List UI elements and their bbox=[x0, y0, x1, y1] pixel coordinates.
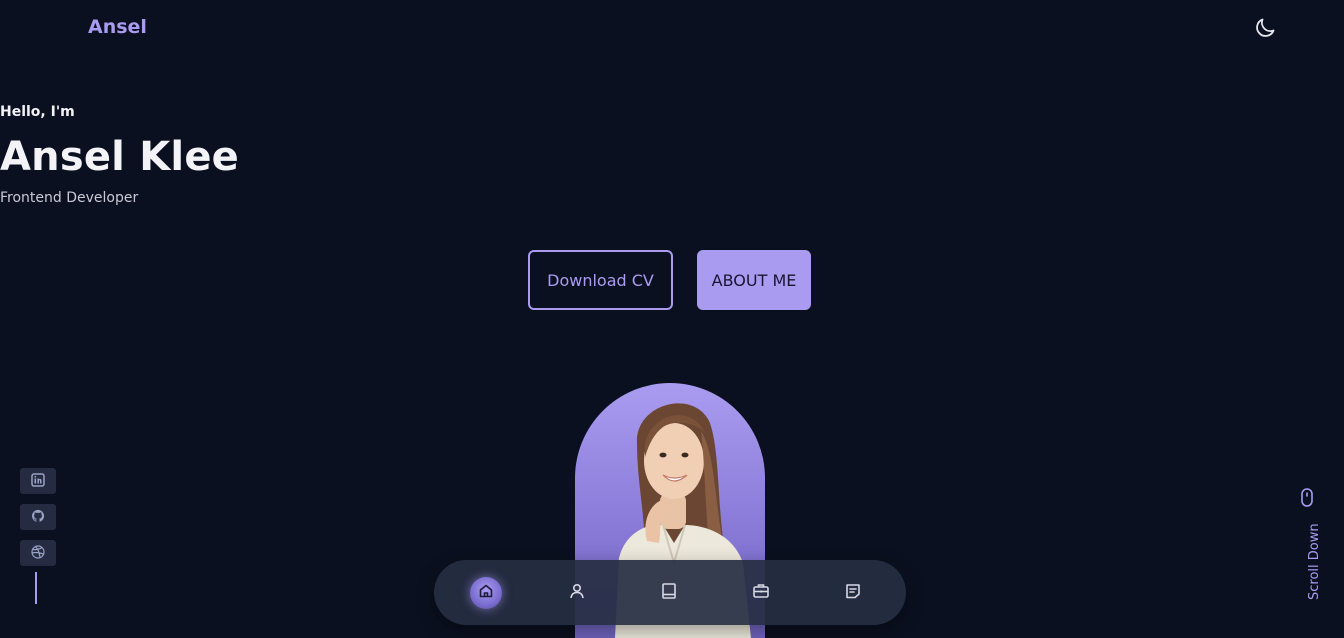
hero-name: Ansel Klee bbox=[0, 134, 239, 180]
greeting: Hello, I'm bbox=[0, 104, 75, 120]
download-cv-button[interactable]: Download CV bbox=[528, 250, 673, 310]
nav-portfolio[interactable] bbox=[745, 577, 777, 609]
bottom-navigation bbox=[434, 560, 906, 625]
logo[interactable]: Ansel bbox=[88, 16, 147, 38]
nav-contact[interactable] bbox=[837, 577, 869, 609]
nav-home[interactable] bbox=[470, 577, 502, 609]
social-divider bbox=[35, 572, 37, 604]
github-icon bbox=[31, 508, 45, 527]
user-icon bbox=[568, 582, 586, 604]
hero-role: Frontend Developer bbox=[0, 190, 139, 206]
briefcase-icon bbox=[752, 582, 770, 604]
mouse-icon bbox=[1300, 488, 1314, 512]
linkedin-icon bbox=[31, 472, 45, 491]
dribbble-link[interactable] bbox=[20, 540, 56, 566]
nav-about[interactable] bbox=[561, 577, 593, 609]
about-me-button[interactable]: ABOUT ME bbox=[697, 250, 811, 310]
message-icon bbox=[844, 582, 862, 604]
scroll-down-label: Scroll Down bbox=[1307, 523, 1322, 600]
home-icon bbox=[478, 583, 494, 603]
nav-skills[interactable] bbox=[653, 577, 685, 609]
dribbble-icon bbox=[31, 544, 45, 563]
github-link[interactable] bbox=[20, 504, 56, 530]
book-icon bbox=[660, 582, 678, 604]
moon-icon[interactable] bbox=[1253, 16, 1277, 40]
scroll-down-link[interactable]: Scroll Down bbox=[1290, 486, 1324, 606]
linkedin-link[interactable] bbox=[20, 468, 56, 494]
